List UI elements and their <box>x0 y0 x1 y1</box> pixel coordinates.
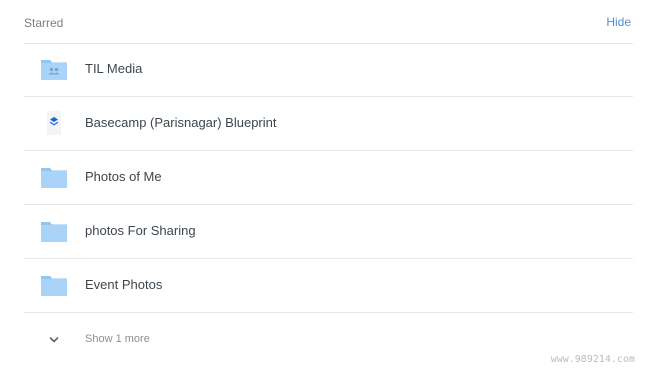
starred-item-label: Photos of Me <box>85 169 162 184</box>
section-title: Starred <box>24 16 64 30</box>
starred-header: Starred Hide <box>24 0 633 44</box>
chevron-down-icon <box>48 333 60 345</box>
folder-icon <box>40 219 68 243</box>
starred-item-photos-of-me[interactable]: Photos of Me <box>24 151 633 205</box>
starred-item-til-media[interactable]: TIL Media <box>24 43 633 97</box>
watermark-text: www.989214.com <box>550 354 635 365</box>
starred-item-photos-for-sharing[interactable]: photos For Sharing <box>24 205 633 259</box>
starred-panel: Starred Hide TIL Media Basecamp (Parisna… <box>0 0 647 369</box>
folder-icon <box>40 165 68 189</box>
starred-item-label: TIL Media <box>85 61 143 76</box>
paper-doc-icon <box>40 111 68 135</box>
starred-item-basecamp-blueprint[interactable]: Basecamp (Parisnagar) Blueprint <box>24 97 633 151</box>
starred-item-label: Event Photos <box>85 277 163 292</box>
starred-list: TIL Media Basecamp (Parisnagar) Blueprin… <box>24 43 633 365</box>
show-more-button[interactable]: Show 1 more <box>24 313 633 365</box>
starred-item-label: Basecamp (Parisnagar) Blueprint <box>85 115 277 130</box>
shared-folder-icon <box>40 57 68 81</box>
show-more-label: Show 1 more <box>85 333 150 345</box>
folder-icon <box>40 273 68 297</box>
hide-button[interactable]: Hide <box>606 15 631 29</box>
starred-item-label: photos For Sharing <box>85 223 196 238</box>
starred-item-event-photos[interactable]: Event Photos <box>24 259 633 313</box>
